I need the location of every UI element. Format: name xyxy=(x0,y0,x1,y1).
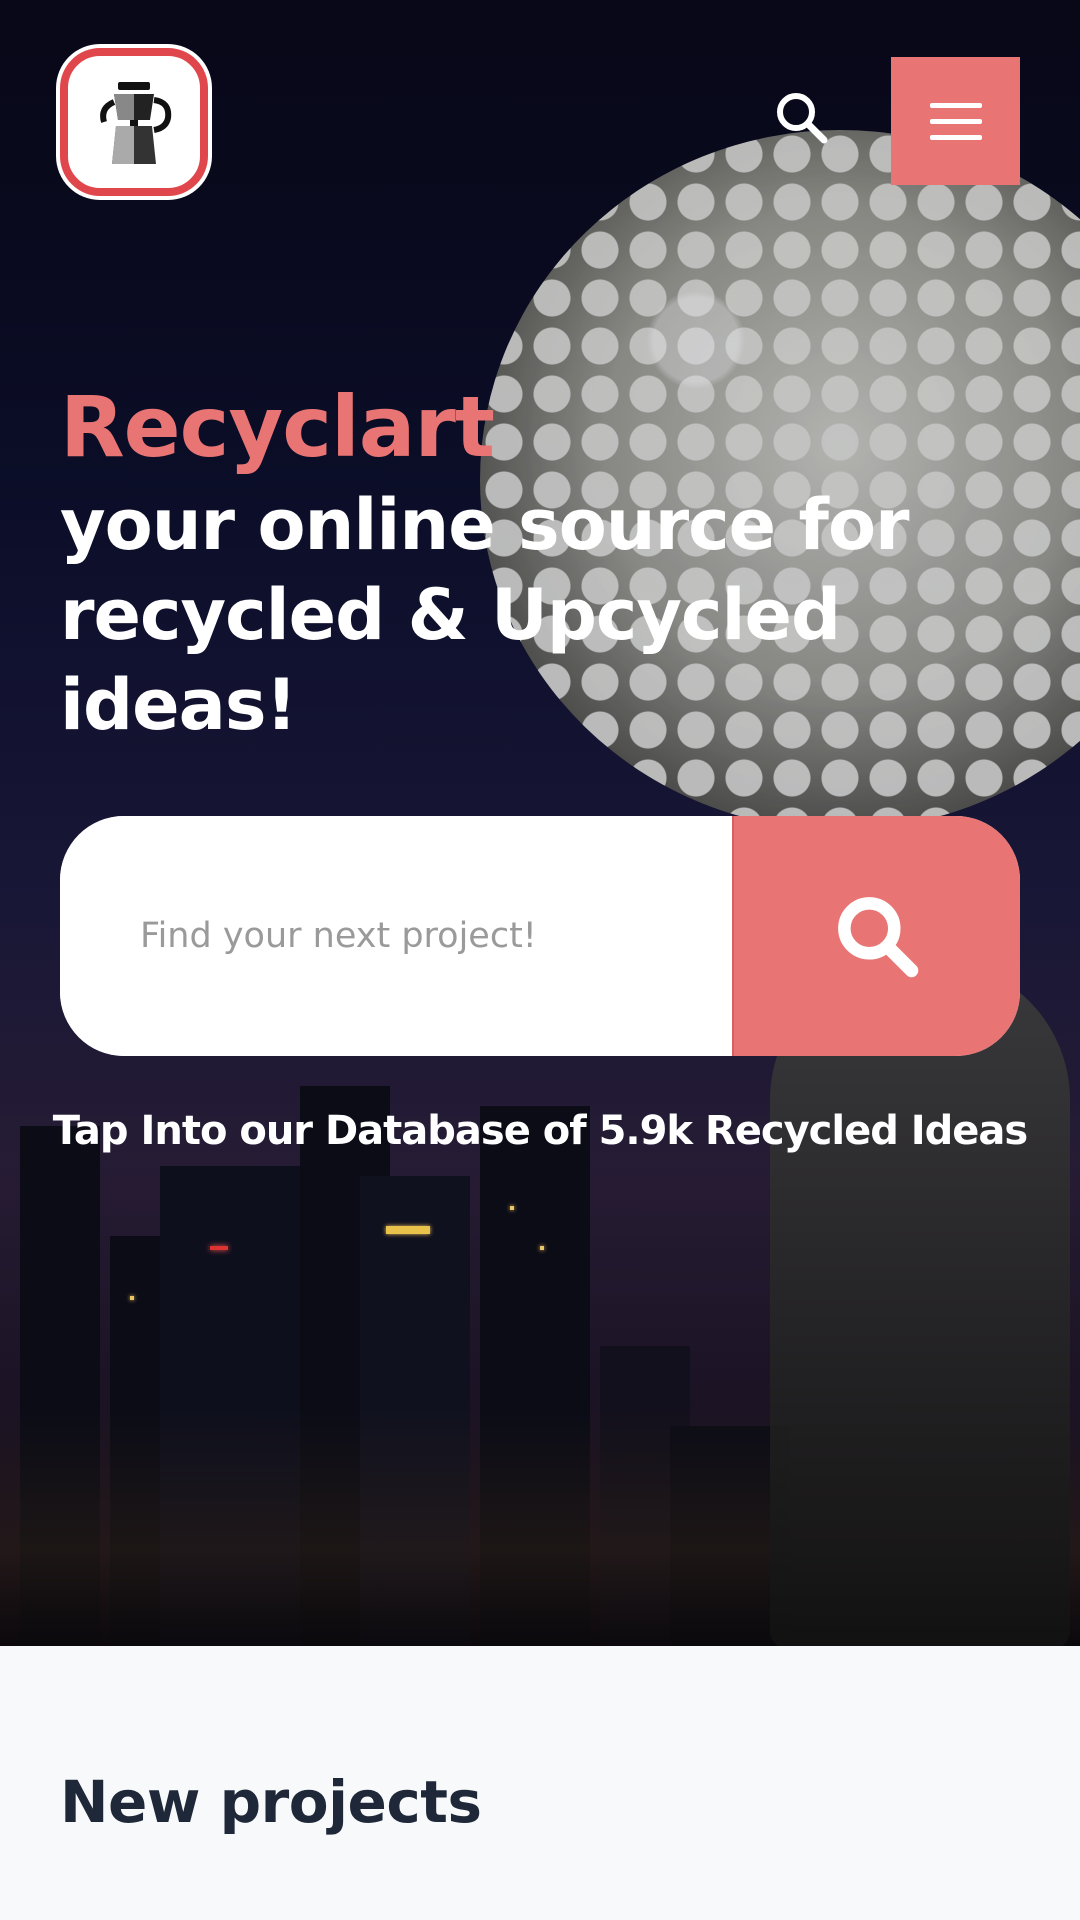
brand-title: Recyclart xyxy=(60,378,495,476)
new-projects-heading: New projects xyxy=(60,1768,482,1836)
menu-button[interactable] xyxy=(891,57,1020,185)
person-silhouette xyxy=(770,960,1070,1646)
project-search-input[interactable] xyxy=(60,816,732,1056)
database-count-text: Tap Into our Database of 5.9k Recycled I… xyxy=(52,1108,1028,1154)
search-icon xyxy=(777,93,828,144)
header-search-button[interactable] xyxy=(770,86,834,150)
site-logo[interactable] xyxy=(60,48,208,196)
moka-pot-logo-icon xyxy=(100,82,172,164)
project-search-form xyxy=(60,816,1020,1056)
hero-tagline: your online source for recycled & Upcycl… xyxy=(60,484,910,746)
hero-section: Recyclart your online source for recycle… xyxy=(0,0,1080,1646)
search-icon xyxy=(838,897,919,978)
project-search-submit-button[interactable] xyxy=(732,816,1020,1056)
hamburger-menu-icon xyxy=(929,103,982,140)
